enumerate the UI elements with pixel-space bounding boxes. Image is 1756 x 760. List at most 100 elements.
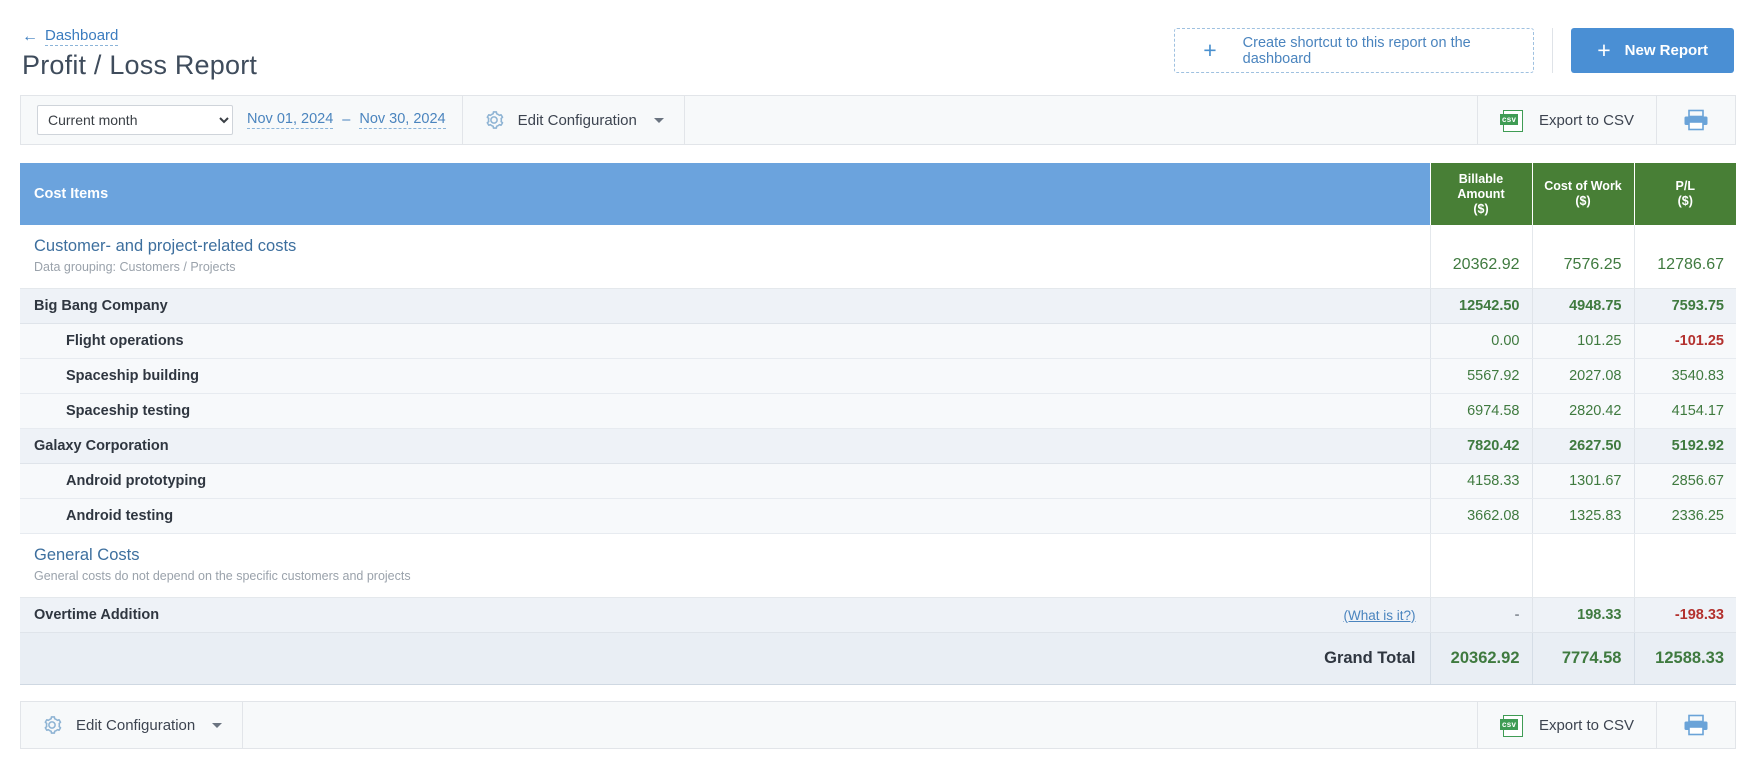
bottom-toolbar-spacer — [243, 702, 1478, 749]
row-value-cell: 12542.50 — [1429, 288, 1532, 325]
new-report-button[interactable]: + New Report — [1571, 28, 1734, 73]
column-header-cost-of-work: Cost of Work ($) — [1531, 163, 1634, 226]
breadcrumb-label: Dashboard — [45, 27, 119, 46]
grand-total-value-cell: 12588.33 — [1633, 632, 1736, 686]
column-header-cost-of-work-unit: ($) — [1575, 194, 1591, 209]
period-select[interactable]: Current month — [37, 105, 233, 135]
edit-configuration-button[interactable]: Edit Configuration — [483, 109, 664, 131]
page-header: ← Dashboard Profit / Loss Report + Creat… — [0, 0, 1756, 95]
table-row[interactable]: Flight operations 0.00 101.25 -101.25 — [20, 323, 1736, 360]
section-subtitle: Data grouping: Customers / Projects — [34, 260, 236, 275]
row-value-cell: 2336.25 — [1633, 498, 1736, 535]
plus-icon: + — [1203, 37, 1217, 63]
row-value-cell: 2820.42 — [1531, 393, 1634, 430]
row-label-cell: Galaxy Corporation — [20, 428, 1430, 465]
table-row[interactable]: Overtime Addition (What is it?) -198.33 -19… — [20, 597, 1736, 634]
header-actions: + Create shortcut to this report on the … — [1174, 28, 1734, 73]
printer-icon — [1684, 109, 1708, 131]
section-header-cell: Customer- and project-related costs Data … — [20, 225, 1430, 290]
grand-total-value-cell: 7774.58 — [1531, 632, 1634, 686]
bottom-print-cell — [1657, 702, 1735, 748]
row-value-cell: - — [1429, 597, 1532, 634]
chevron-down-icon — [212, 722, 223, 728]
row-value-cell: 6974.58 — [1429, 393, 1532, 430]
table-row[interactable]: Android prototyping 4158.33 1301.67 2856.67 — [20, 463, 1736, 500]
table-row[interactable]: Big Bang Company 12542.50 4948.75 7593.75 — [20, 288, 1736, 325]
grand-total-row: Grand Total 20362.92 7774.58 12588.33 — [20, 632, 1736, 686]
row-value-cell: 1325.83 — [1531, 498, 1634, 535]
table-row[interactable]: Spaceship testing 6974.58 2820.42 4154.17 — [20, 393, 1736, 430]
bottom-edit-configuration-button[interactable]: Edit Configuration — [41, 714, 223, 736]
what-is-it-link[interactable]: (What is it?) — [1343, 608, 1415, 623]
report-table-container: Cost Items Billable Amount ($) Cost of W… — [20, 163, 1736, 686]
report-toolbar: Current month Nov 01, 2024 – Nov 30, 202… — [20, 95, 1736, 145]
bottom-edit-configuration-cell: Edit Configuration — [21, 702, 244, 749]
column-header-billable-amount: Billable Amount ($) — [1429, 163, 1532, 226]
header-divider — [1552, 28, 1554, 73]
left-arrow-icon: ← — [22, 27, 38, 45]
row-value-cell: 5192.92 — [1633, 428, 1736, 465]
row-label: Overtime Addition — [34, 607, 160, 624]
column-header-billable-amount-label: Billable Amount — [1457, 172, 1505, 201]
date-to[interactable]: Nov 30, 2024 — [359, 111, 446, 129]
column-header-cost-of-work-label: Cost of Work — [1544, 179, 1622, 194]
row-value-cell: 5567.92 — [1429, 358, 1532, 395]
bottom-edit-configuration-label: Edit Configuration — [76, 716, 196, 734]
profit-loss-report-page: ← Dashboard Profit / Loss Report + Creat… — [0, 0, 1756, 760]
column-header-pl-unit: ($) — [1677, 194, 1693, 209]
export-csv-label: Export to CSV — [1538, 111, 1634, 129]
grand-total-label: Grand Total — [20, 632, 1430, 686]
row-value-cell: 2627.50 — [1531, 428, 1634, 465]
row-value-cell: 4948.75 — [1531, 288, 1634, 325]
column-header-pl-label: P/L — [1675, 179, 1695, 194]
date-range: Nov 01, 2024 – Nov 30, 2024 — [233, 111, 446, 129]
section-header-row: General Costs General costs do not depend… — [20, 533, 1736, 599]
column-header-cost-items: Cost Items — [20, 163, 1430, 226]
gear-icon — [44, 716, 62, 735]
row-label-cell: Big Bang Company — [20, 288, 1430, 325]
row-label-cell: Spaceship testing — [20, 393, 1430, 430]
bottom-print-button[interactable] — [1683, 714, 1709, 736]
section-total-cell — [1531, 533, 1634, 599]
print-button[interactable] — [1683, 109, 1709, 131]
row-label-cell: Overtime Addition (What is it?) — [20, 597, 1430, 634]
export-csv-cell: csv Export to CSV — [1478, 96, 1657, 144]
table-row[interactable]: Spaceship building 5567.92 2027.08 3540.83 — [20, 358, 1736, 395]
row-value-cell: 0.00 — [1429, 323, 1532, 360]
report-table: Cost Items Billable Amount ($) Cost of W… — [20, 163, 1736, 686]
breadcrumb-dashboard[interactable]: ← Dashboard — [22, 27, 119, 46]
row-value-cell: 4154.17 — [1633, 393, 1736, 430]
edit-configuration-label: Edit Configuration — [517, 111, 637, 129]
row-value-cell: 3662.08 — [1429, 498, 1532, 535]
row-value-cell: 7820.42 — [1429, 428, 1532, 465]
table-header-row: Cost Items Billable Amount ($) Cost of W… — [20, 163, 1736, 226]
grand-total-value-cell: 20362.92 — [1429, 632, 1532, 686]
section-total-cell: 7576.25 — [1531, 225, 1634, 290]
row-value-cell: 101.25 — [1531, 323, 1634, 360]
csv-icon: csv — [1499, 108, 1523, 132]
table-head: Cost Items Billable Amount ($) Cost of W… — [20, 163, 1736, 226]
create-shortcut-label: Create shortcut to this report on the da… — [1242, 34, 1471, 67]
table-row[interactable]: Galaxy Corporation 7820.42 2627.50 5192.92 — [20, 428, 1736, 465]
row-value-cell: 4158.33 — [1429, 463, 1532, 500]
row-value-cell: 3540.83 — [1633, 358, 1736, 395]
export-csv-button[interactable]: csv Export to CSV — [1499, 108, 1634, 132]
row-value-cell: -198.33 — [1633, 597, 1736, 634]
column-header-pl: P/L ($) — [1633, 163, 1736, 226]
row-value-cell: 7593.75 — [1633, 288, 1736, 325]
table-body: Customer- and project-related costs Data … — [20, 225, 1736, 686]
bottom-export-csv-label: Export to CSV — [1538, 716, 1634, 734]
csv-icon-text: csv — [1499, 114, 1519, 125]
bottom-export-csv-button[interactable]: csv Export to CSV — [1499, 713, 1634, 738]
row-value-cell: 2027.08 — [1531, 358, 1634, 395]
period-cell: Current month Nov 01, 2024 – Nov 30, 202… — [21, 96, 462, 144]
create-shortcut-button[interactable]: + Create shortcut to this report on the … — [1174, 28, 1535, 73]
section-subtitle: General costs do not depend on the speci… — [34, 569, 411, 584]
date-from[interactable]: Nov 01, 2024 — [247, 111, 334, 129]
printer-icon — [1684, 714, 1708, 736]
section-title: General Costs — [34, 546, 140, 565]
bottom-export-csv-cell: csv Export to CSV — [1478, 702, 1657, 749]
toolbar-spacer — [685, 96, 1478, 144]
table-row[interactable]: Android testing 3662.08 1325.83 2336.25 — [20, 498, 1736, 535]
row-label-cell: Android prototyping — [20, 463, 1430, 500]
